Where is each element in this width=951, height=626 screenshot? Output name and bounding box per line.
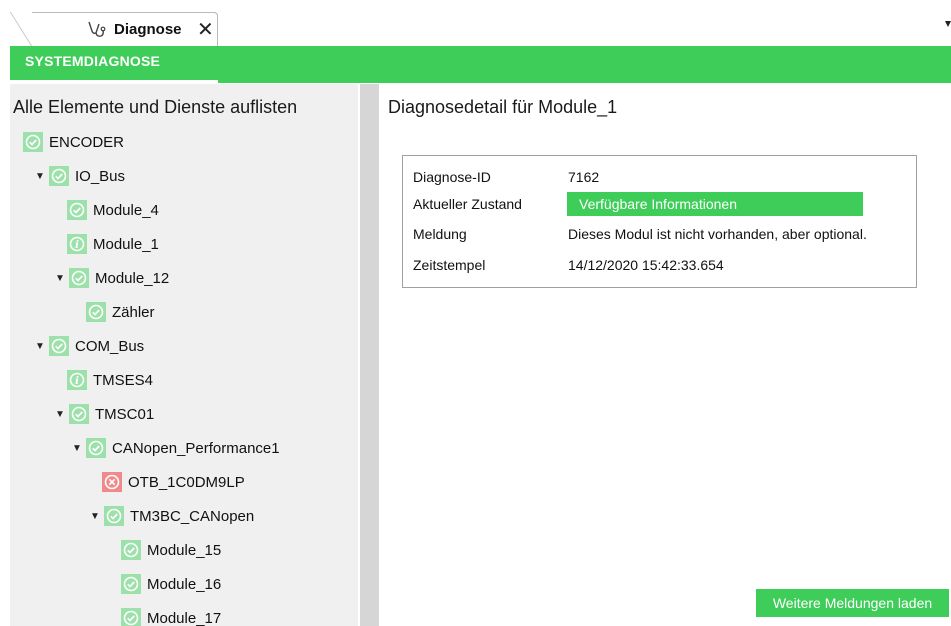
- tree-item-label: Module_17: [147, 609, 222, 626]
- tree-item-label: Module_4: [93, 201, 159, 219]
- tree-item-label: TM3BC_CANopen: [130, 507, 255, 525]
- ok-status-icon: [121, 608, 141, 626]
- tab-systemdiagnose[interactable]: SYSTEMDIAGNOSE: [25, 53, 160, 69]
- tree-item-label: TMSES4: [93, 371, 154, 389]
- tree-item-label: Module_1: [93, 235, 159, 253]
- tree-item[interactable]: Module_16: [121, 572, 221, 596]
- tree-item[interactable]: ▼ COM_Bus: [35, 334, 144, 358]
- load-more-button[interactable]: Weitere Meldungen laden: [756, 589, 949, 617]
- detail-title: Diagnosedetail für Module_1: [388, 97, 618, 117]
- svg-text:i: i: [75, 240, 79, 251]
- tree-item-label: OTB_1C0DM9LP: [128, 473, 245, 491]
- expand-caret-icon[interactable]: ▼: [35, 171, 49, 182]
- ok-status-icon: [69, 268, 89, 288]
- tab-strip: Diagnose ✕: [0, 0, 951, 47]
- tree-item-label: ENCODER: [49, 133, 125, 151]
- pane-splitter[interactable]: [360, 84, 379, 626]
- tree-item-label: CANopen_Performance1: [112, 439, 280, 457]
- tree-item[interactable]: ▼ IO_Bus: [35, 164, 125, 188]
- tree-item[interactable]: Module_17: [121, 606, 221, 626]
- detail-value: 7162: [568, 169, 600, 185]
- ok-status-icon: [49, 166, 69, 186]
- tree-item[interactable]: Zähler: [86, 300, 155, 324]
- ok-status-icon: [69, 404, 89, 424]
- detail-value: 14/12/2020 15:42:33.654: [568, 257, 724, 273]
- tree-title: Alle Elemente und Dienste auflisten: [13, 97, 298, 117]
- tab-diagnose[interactable]: Diagnose ✕: [10, 12, 218, 47]
- detail-key: Aktueller Zustand: [413, 196, 522, 212]
- ok-status-icon: [86, 302, 106, 322]
- ok-status-icon: [104, 506, 124, 526]
- detail-value: Dieses Modul ist nicht vorhanden, aber o…: [568, 226, 867, 242]
- tab-label: Diagnose: [114, 21, 182, 38]
- tree-item[interactable]: ENCODER: [23, 130, 124, 154]
- detail-key: Zeitstempel: [413, 257, 486, 273]
- expand-caret-icon[interactable]: ▼: [72, 443, 86, 454]
- tree-item-label: Module_12: [95, 269, 170, 287]
- status-badge: Verfügbare Informationen: [567, 192, 863, 216]
- tree-item-label: COM_Bus: [75, 337, 145, 355]
- ok-status-icon: [86, 438, 106, 458]
- detail-key: Diagnose-ID: [413, 169, 491, 185]
- tree-item[interactable]: i TMSES4: [67, 368, 153, 392]
- ok-status-icon: [23, 132, 43, 152]
- ok-status-icon: [121, 540, 141, 560]
- detail-table: Diagnose-ID 7162 Aktueller Zustand Verfü…: [402, 155, 917, 288]
- tree-item[interactable]: i Module_1: [67, 232, 159, 256]
- tree-item[interactable]: Module_15: [121, 538, 221, 562]
- ok-status-icon: [67, 200, 87, 220]
- expand-caret-icon[interactable]: ▼: [35, 341, 49, 352]
- tree-item[interactable]: ▼ Module_12: [55, 266, 169, 290]
- ok-status-icon: [121, 574, 141, 594]
- tree-item-label: Zähler: [112, 303, 155, 321]
- tree-item-label: Module_15: [147, 541, 222, 559]
- tree-item-label: IO_Bus: [75, 167, 126, 185]
- tree-item[interactable]: OTB_1C0DM9LP: [102, 470, 245, 494]
- expand-caret-icon[interactable]: ▼: [55, 273, 69, 284]
- detail-key: Meldung: [413, 226, 467, 242]
- close-icon[interactable]: ✕: [197, 17, 214, 42]
- error-status-icon: [102, 472, 122, 492]
- ok-status-icon: [49, 336, 69, 356]
- chevron-down-icon[interactable]: [945, 20, 951, 28]
- tree-item-label: TMSC01: [95, 405, 155, 423]
- tree-item[interactable]: ▼ CANopen_Performance1: [72, 436, 280, 460]
- expand-caret-icon[interactable]: ▼: [90, 511, 104, 522]
- tree-item[interactable]: ▼ TMSC01: [55, 402, 154, 426]
- expand-caret-icon[interactable]: ▼: [55, 409, 69, 420]
- tree-item[interactable]: Module_4: [67, 198, 159, 222]
- info-status-icon: i: [67, 234, 87, 254]
- stethoscope-icon: [88, 21, 106, 37]
- info-status-icon: i: [67, 370, 87, 390]
- tree-item[interactable]: ▼ TM3BC_CANopen: [90, 504, 254, 528]
- svg-text:i: i: [75, 376, 79, 387]
- tree-item-label: Module_16: [147, 575, 222, 593]
